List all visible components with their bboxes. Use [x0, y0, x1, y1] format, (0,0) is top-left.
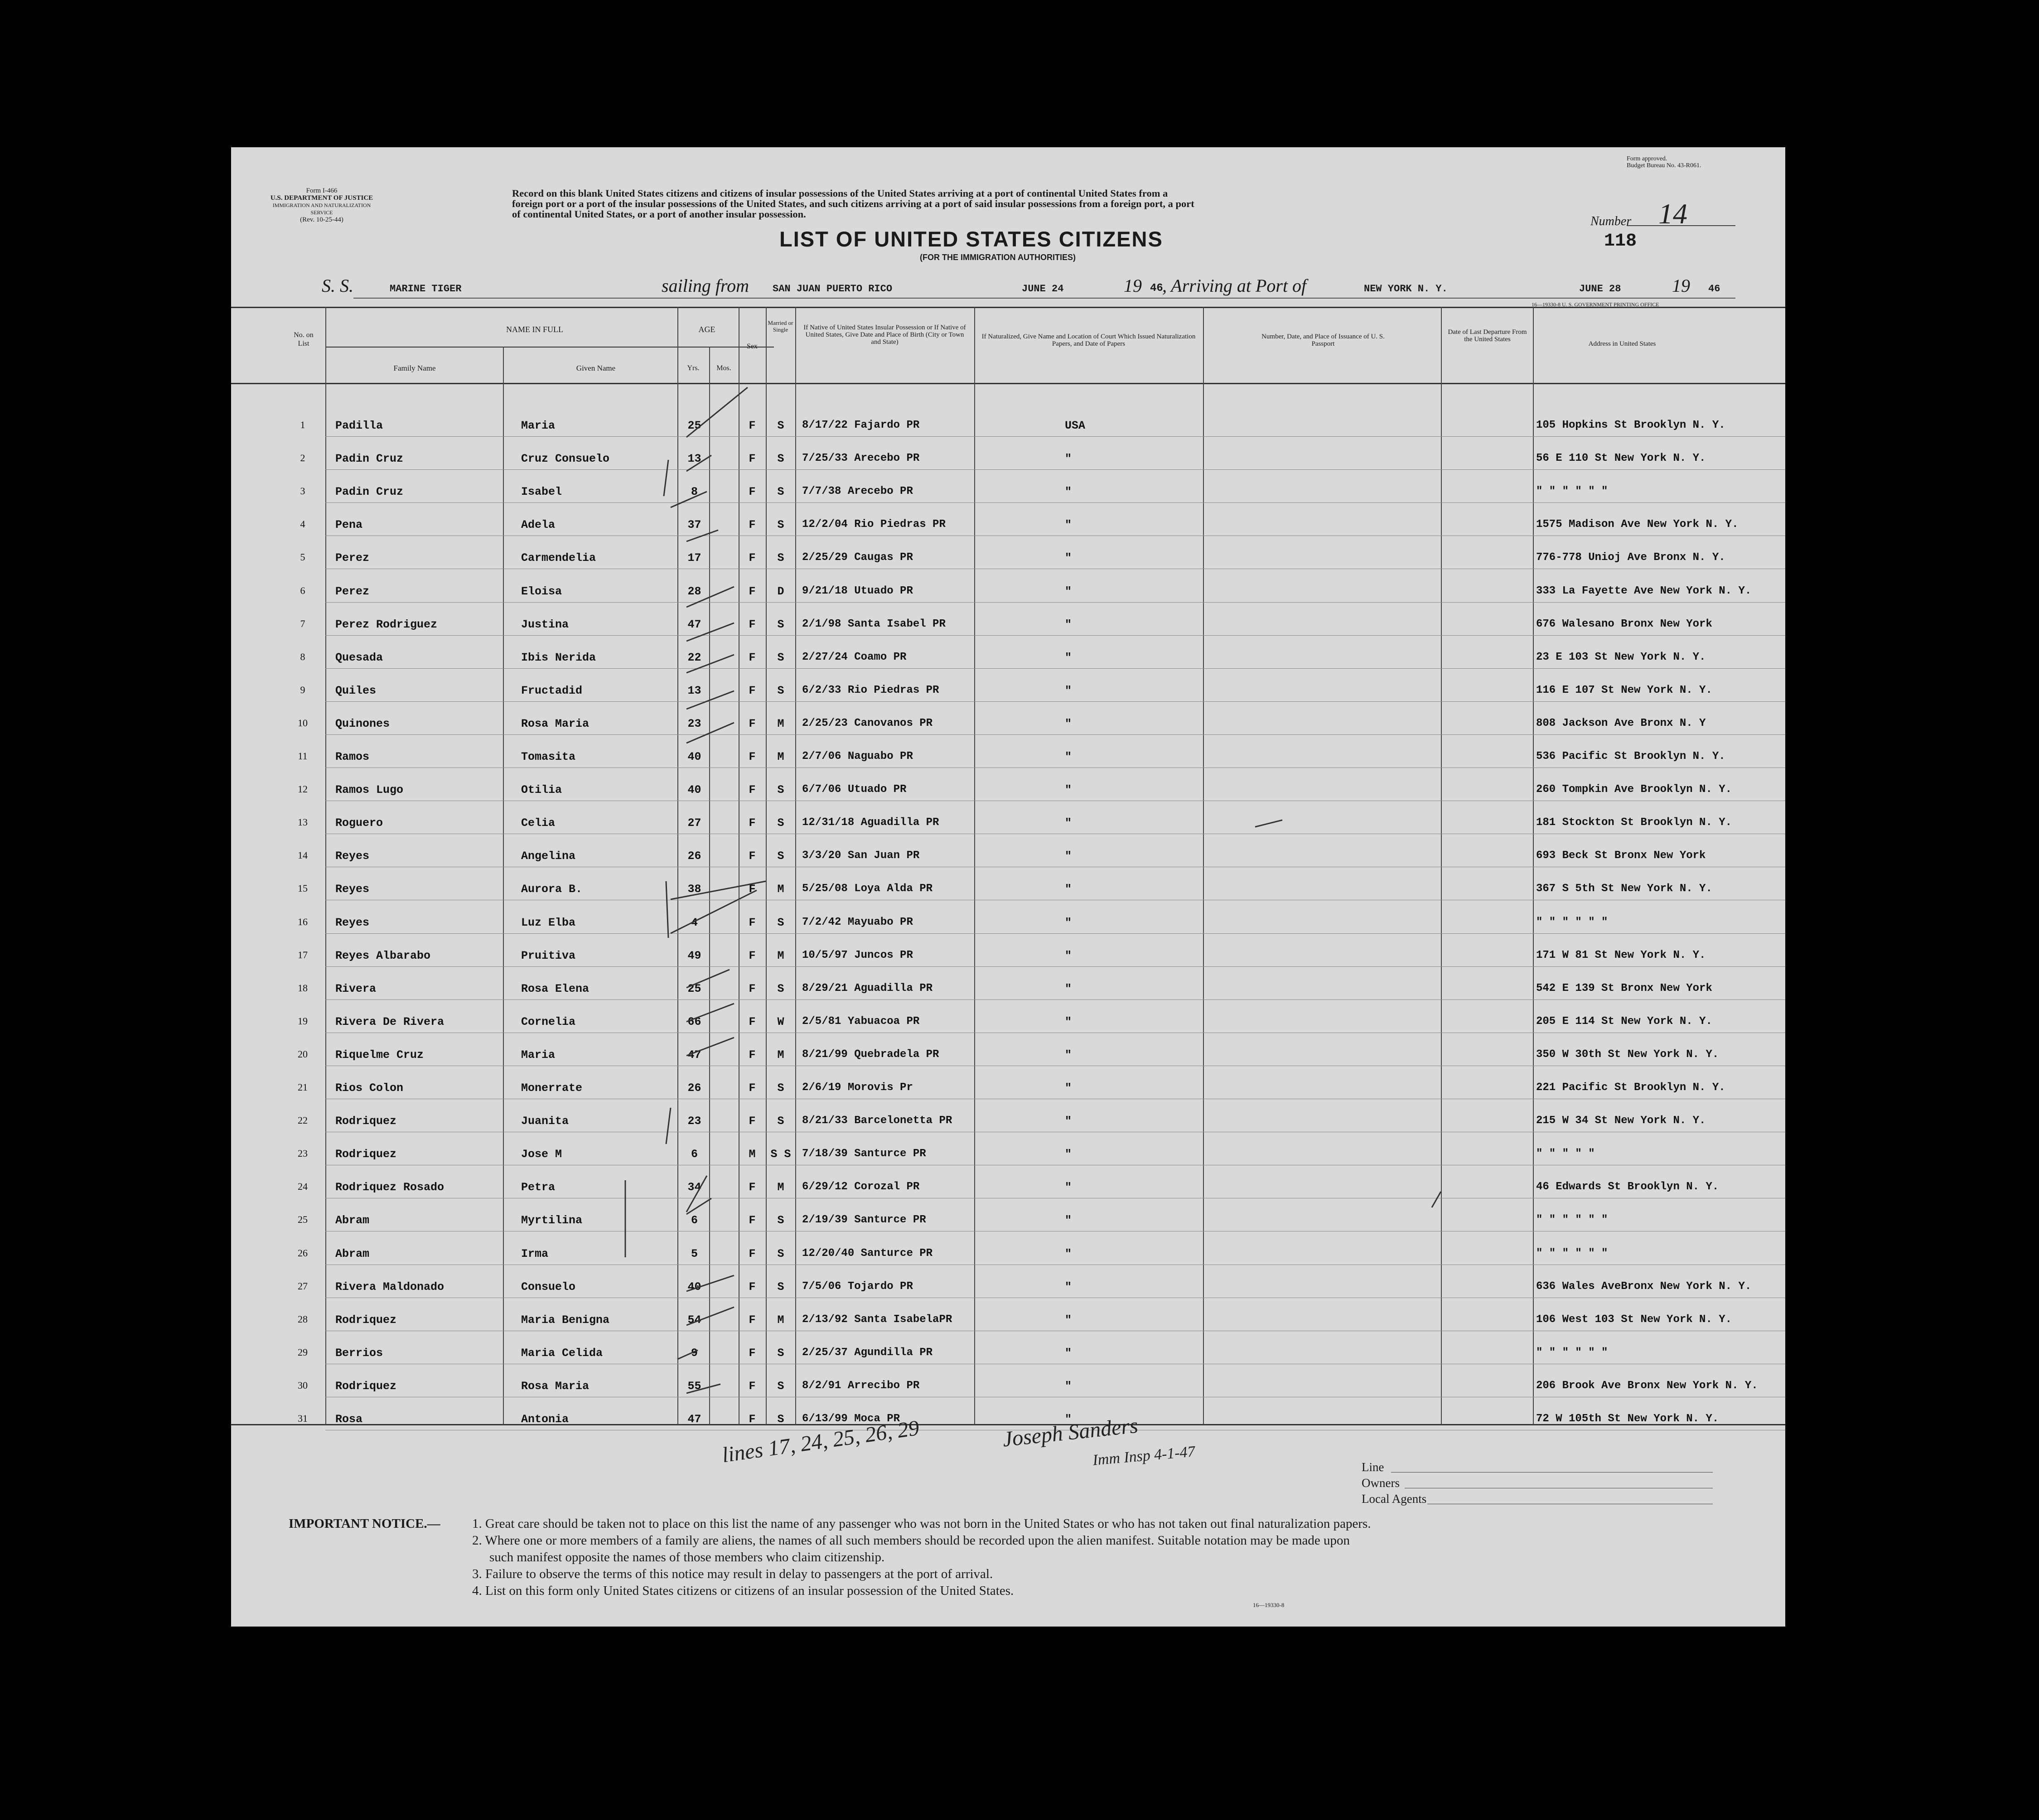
handwritten-check-marks — [624, 386, 1442, 1394]
notice-item-2b: such manifest opposite the names of thos… — [489, 1550, 885, 1564]
notice-item-4: 4. List on this form only United States … — [472, 1583, 1014, 1598]
manifest-sheet: Form I-466 U.S. DEPARTMENT OF JUSTICE IM… — [231, 147, 1785, 1627]
punch-hole — [1898, 352, 1919, 374]
agents-label: Local Agents — [1362, 1492, 1427, 1506]
notice-item-3: 3. Failure to observe the terms of this … — [472, 1567, 993, 1581]
notice-item-1: 1. Great care should be taken not to pla… — [472, 1516, 1371, 1531]
notice-item-2: 2. Where one or more members of a family… — [472, 1533, 1350, 1548]
owners-label: Owners — [1362, 1476, 1400, 1490]
line-label: Line — [1362, 1460, 1384, 1474]
notice-title: IMPORTANT NOTICE.— — [289, 1516, 440, 1531]
bottom-code: 16—19330-8 — [1253, 1602, 1285, 1608]
